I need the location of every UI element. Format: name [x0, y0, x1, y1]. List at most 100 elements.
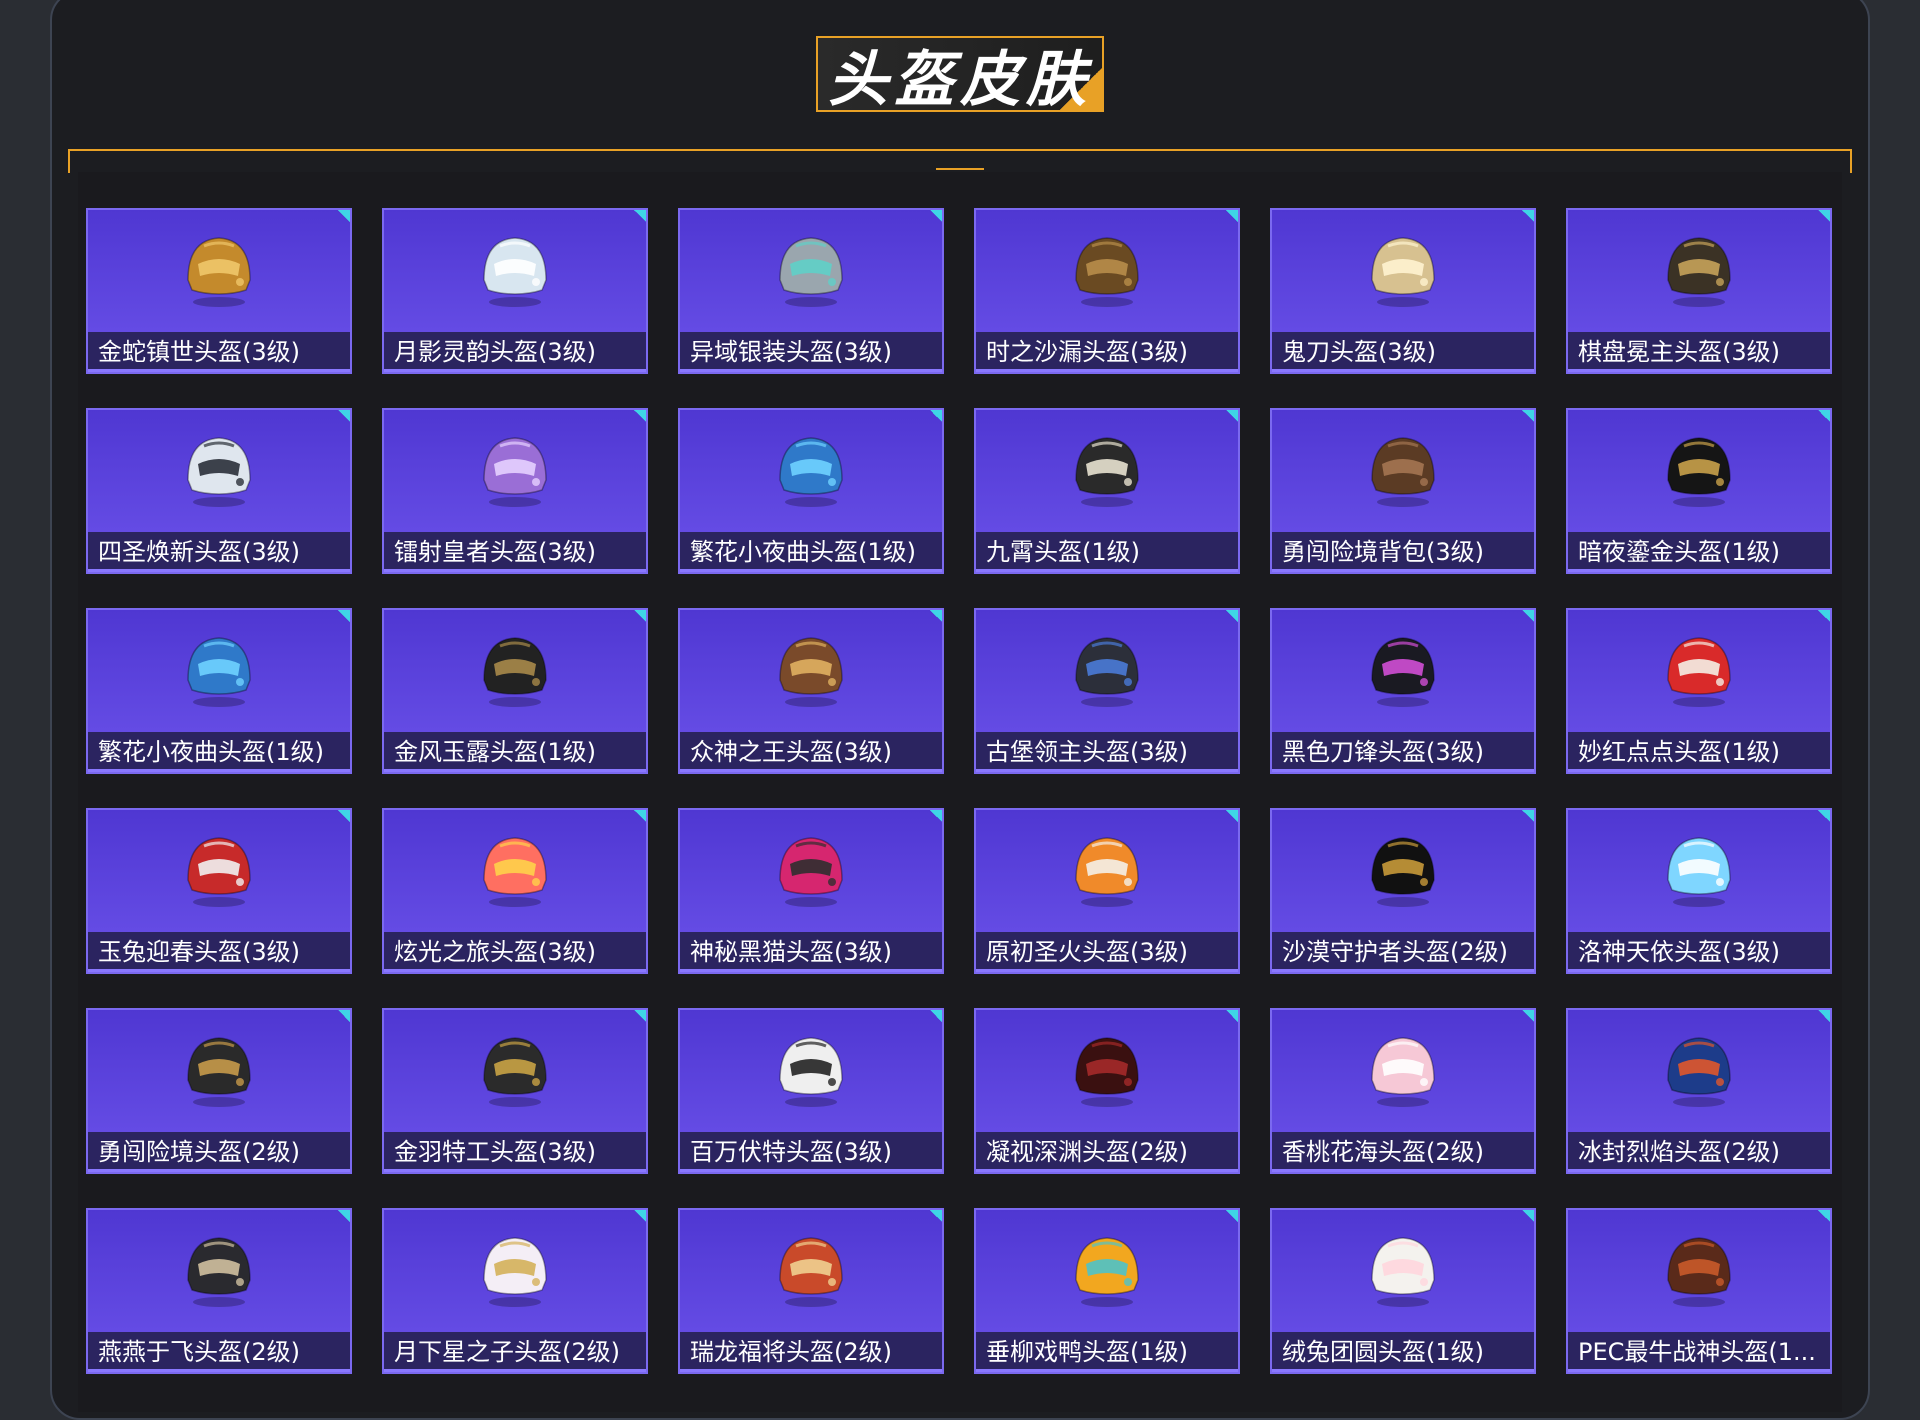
skin-card[interactable]: 月下星之子头盔(2级) [382, 1208, 648, 1374]
skin-card[interactable]: 沙漠守护者头盔(2级) [1270, 808, 1536, 974]
skin-card[interactable]: 勇闯险境背包(3级) [1270, 408, 1536, 574]
card-corner-accent [1520, 810, 1534, 824]
skin-card[interactable]: 时之沙漏头盔(3级) [974, 208, 1240, 374]
card-corner-accent [632, 1010, 646, 1024]
skin-card[interactable]: 金蛇镇世头盔(3级) [86, 208, 352, 374]
card-bottom-border [88, 769, 350, 772]
skin-card-label: 勇闯险境背包(3级) [1272, 532, 1534, 572]
skin-card[interactable]: 繁花小夜曲头盔(1级) [678, 408, 944, 574]
card-bottom-border [384, 1169, 646, 1172]
red-dots-helmet-icon [1667, 637, 1731, 707]
card-corner-accent [1816, 210, 1830, 224]
skin-card[interactable]: 冰封烈焰头盔(2级) [1566, 1008, 1832, 1174]
four-saints-helmet-icon [187, 437, 251, 507]
skin-card-label: 瑞龙福将头盔(2级) [680, 1332, 942, 1372]
card-bottom-border [680, 1369, 942, 1372]
skin-card-label: 神秘黑猫头盔(3级) [680, 932, 942, 972]
skin-card[interactable]: 百万伏特头盔(3级) [678, 1008, 944, 1174]
dazzle-journey-helmet-icon [483, 837, 547, 907]
skin-card[interactable]: 勇闯险境头盔(2级) [86, 1008, 352, 1174]
skin-card-label: 月影灵韵头盔(3级) [384, 332, 646, 372]
card-bottom-border [384, 569, 646, 572]
skin-card-label: 百万伏特头盔(3级) [680, 1132, 942, 1172]
frozen-flame-helmet-icon [1667, 1037, 1731, 1107]
laser-king-helmet-icon [483, 437, 547, 507]
skin-card[interactable]: 妙红点点头盔(1级) [1566, 608, 1832, 774]
hourglass-helmet-icon [1075, 237, 1139, 307]
skin-card[interactable]: PEC最牛战神头盔(1... [1566, 1208, 1832, 1374]
skin-card-label: 时之沙漏头盔(3级) [976, 332, 1238, 372]
skin-card[interactable]: 原初圣火头盔(3级) [974, 808, 1240, 974]
card-corner-accent [1520, 410, 1534, 424]
card-bottom-border [88, 369, 350, 372]
card-corner-accent [1816, 1010, 1830, 1024]
card-bottom-border [680, 569, 942, 572]
card-bottom-border [384, 369, 646, 372]
card-corner-accent [1520, 1210, 1534, 1224]
skin-card[interactable]: 四圣焕新头盔(3级) [86, 408, 352, 574]
skin-card[interactable]: 香桃花海头盔(2级) [1270, 1008, 1536, 1174]
golden-wind-helmet-icon [483, 637, 547, 707]
skin-card[interactable]: 鬼刀头盔(3级) [1270, 208, 1536, 374]
skin-card[interactable]: 棋盘冕主头盔(3级) [1566, 208, 1832, 374]
skin-card[interactable]: 炫光之旅头盔(3级) [382, 808, 648, 974]
card-bottom-border [88, 1369, 350, 1372]
section-title: 头盔皮肤 [828, 44, 1092, 112]
skin-card[interactable]: 凝视深渊头盔(2级) [974, 1008, 1240, 1174]
skin-card[interactable]: 燕燕于飞头盔(2级) [86, 1208, 352, 1374]
card-corner-accent [928, 1210, 942, 1224]
skin-card[interactable]: 瑞龙福将头盔(2级) [678, 1208, 944, 1374]
skin-card[interactable]: 异域银装头盔(3级) [678, 208, 944, 374]
skin-card[interactable]: 金羽特工头盔(3级) [382, 1008, 648, 1174]
skin-card[interactable]: 繁花小夜曲头盔(1级) [86, 608, 352, 774]
golden-snake-helmet-icon [187, 237, 251, 307]
flower-serenade-helmet-icon [779, 437, 843, 507]
pec-war-god-helmet-icon [1667, 1237, 1731, 1307]
card-corner-accent [1816, 610, 1830, 624]
card-bottom-border [1568, 1169, 1830, 1172]
skin-card-label: 镭射皇者头盔(3级) [384, 532, 646, 572]
card-corner-accent [928, 610, 942, 624]
skin-card[interactable]: 月影灵韵头盔(3级) [382, 208, 648, 374]
star-child-helmet-icon [483, 1237, 547, 1307]
dragon-general-helmet-icon [779, 1237, 843, 1307]
skin-card-label: 异域银装头盔(3级) [680, 332, 942, 372]
skin-card[interactable]: 古堡领主头盔(3级) [974, 608, 1240, 774]
skin-card-label: 鬼刀头盔(3级) [1272, 332, 1534, 372]
skin-card[interactable]: 金风玉露头盔(1级) [382, 608, 648, 774]
card-corner-accent [1224, 1210, 1238, 1224]
card-corner-accent [928, 410, 942, 424]
skin-card[interactable]: 玉兔迎春头盔(3级) [86, 808, 352, 974]
king-of-gods-helmet-icon [779, 637, 843, 707]
card-corner-accent [336, 1210, 350, 1224]
skin-grid-container: 金蛇镇世头盔(3级) 月影灵韵头盔(3级) 异域银装头盔(3级) 时之沙漏头盔(3级)… [78, 172, 1842, 1412]
card-bottom-border [88, 969, 350, 972]
skin-card[interactable]: 洛神天依头盔(3级) [1566, 808, 1832, 974]
card-bottom-border [976, 369, 1238, 372]
skin-card-label: 燕燕于飞头盔(2级) [88, 1332, 350, 1372]
skin-card-label: 四圣焕新头盔(3级) [88, 532, 350, 572]
card-bottom-border [680, 1169, 942, 1172]
card-bottom-border [88, 569, 350, 572]
card-bottom-border [976, 1369, 1238, 1372]
skin-card[interactable]: 黑色刀锋头盔(3级) [1270, 608, 1536, 774]
anubis-helmet-icon [1371, 837, 1435, 907]
card-bottom-border [1272, 369, 1534, 372]
skin-card[interactable]: 暗夜鎏金头盔(1级) [1566, 408, 1832, 574]
skin-card[interactable]: 九霄头盔(1级) [974, 408, 1240, 574]
ghost-blade-helmet-icon [1371, 237, 1435, 307]
skin-card-label: 凝视深渊头盔(2级) [976, 1132, 1238, 1172]
skin-card[interactable]: 垂柳戏鸭头盔(1级) [974, 1208, 1240, 1374]
skin-card[interactable]: 神秘黑猫头盔(3级) [678, 808, 944, 974]
skin-card[interactable]: 绒兔团圆头盔(1级) [1270, 1208, 1536, 1374]
skin-card-label: 金羽特工头盔(3级) [384, 1132, 646, 1172]
skin-grid: 金蛇镇世头盔(3级) 月影灵韵头盔(3级) 异域银装头盔(3级) 时之沙漏头盔(3级)… [86, 208, 1832, 1374]
divider-center-mark [936, 168, 984, 170]
card-corner-accent [1816, 410, 1830, 424]
skin-card[interactable]: 镭射皇者头盔(3级) [382, 408, 648, 574]
skin-card[interactable]: 众神之王头盔(3级) [678, 608, 944, 774]
card-corner-accent [336, 1010, 350, 1024]
skin-card-label: 暗夜鎏金头盔(1级) [1568, 532, 1830, 572]
moon-shadow-helmet-icon [483, 237, 547, 307]
skin-card-label: 炫光之旅头盔(3级) [384, 932, 646, 972]
